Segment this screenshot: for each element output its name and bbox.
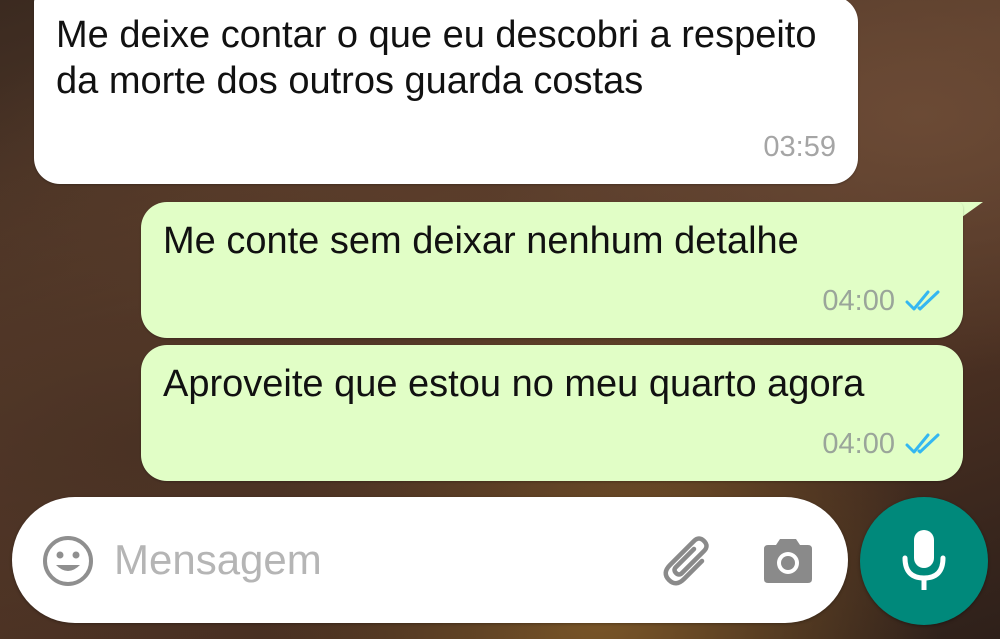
message-input[interactable]: Mensagem	[114, 535, 322, 585]
message-time: 04:00	[822, 285, 895, 317]
message-meta: 03:59	[763, 124, 836, 170]
message-text: Aproveite que estou no meu quarto agora	[163, 363, 865, 405]
message-time: 03:59	[763, 131, 836, 163]
message-meta: 04:00	[822, 278, 941, 324]
microphone-button[interactable]	[860, 497, 988, 625]
message-meta: 04:00	[822, 421, 941, 467]
camera-icon[interactable]	[760, 535, 816, 587]
emoji-icon[interactable]	[42, 535, 94, 587]
message-time: 04:00	[822, 428, 895, 460]
message-composer[interactable]: Mensagem	[12, 497, 848, 623]
message-text: Me conte sem deixar nenhum detalhe	[163, 220, 799, 262]
message-bubble-outgoing[interactable]: Me conte sem deixar nenhum detalhe 04:00	[141, 202, 963, 338]
paperclip-icon[interactable]	[660, 531, 720, 591]
double-check-icon	[905, 433, 940, 454]
message-bubble-incoming[interactable]: Me deixe contar o que eu descobri a resp…	[34, 0, 858, 184]
microphone-icon	[902, 530, 946, 590]
double-check-icon	[905, 290, 940, 311]
message-bubble-outgoing[interactable]: Aproveite que estou no meu quarto agora …	[141, 345, 963, 481]
message-text: Me deixe contar o que eu descobri a resp…	[56, 14, 817, 102]
